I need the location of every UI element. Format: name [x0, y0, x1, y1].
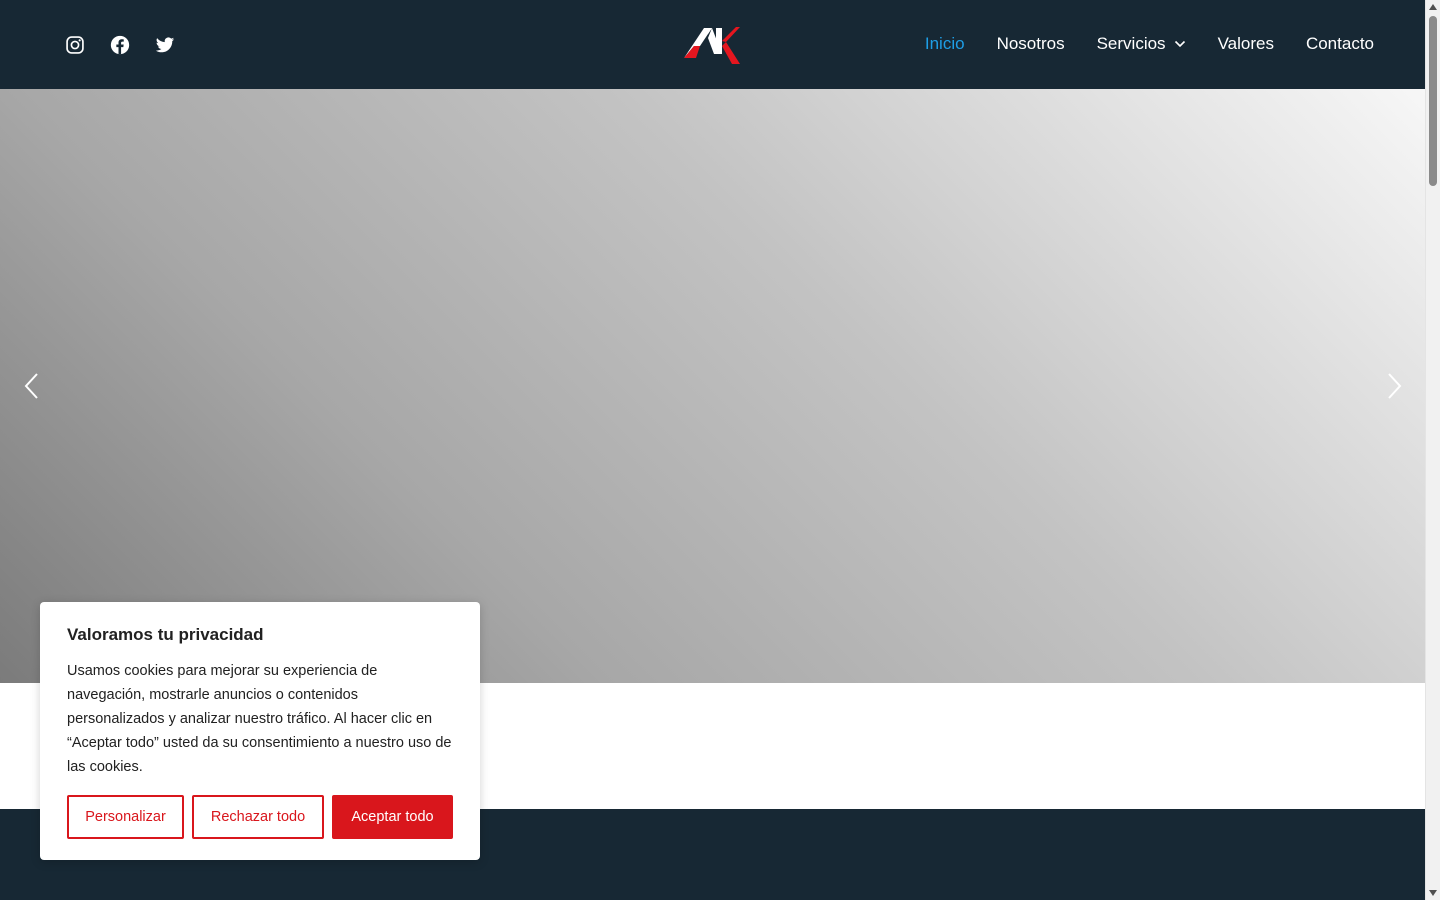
cookie-buttons: Personalizar Rechazar todo Aceptar todo: [67, 795, 453, 839]
hero-slider: [0, 89, 1425, 683]
reject-all-button[interactable]: Rechazar todo: [192, 795, 324, 839]
nav-label: Servicios: [1096, 34, 1166, 53]
nav-item-servicios[interactable]: Servicios: [1097, 34, 1186, 54]
instagram-icon: [66, 36, 84, 54]
accept-all-button[interactable]: Aceptar todo: [332, 795, 453, 839]
facebook-icon: [110, 35, 130, 55]
chevron-left-icon: [24, 373, 38, 399]
chevron-down-icon: [1174, 40, 1185, 48]
chevron-right-icon: [1388, 373, 1402, 399]
slider-prev-button[interactable]: [20, 371, 44, 401]
site-header: Inicio Nosotros Servicios Valores Contac…: [0, 0, 1425, 89]
scroll-thumb[interactable]: [1429, 16, 1437, 186]
site-logo[interactable]: [682, 24, 742, 68]
cookie-title: Valoramos tu privacidad: [67, 625, 264, 644]
cookie-text: Usamos cookies para mejorar su experienc…: [67, 663, 452, 775]
customize-button[interactable]: Personalizar: [67, 795, 184, 839]
nav-item-nosotros[interactable]: Nosotros: [997, 34, 1065, 54]
nav-label: Inicio: [924, 34, 965, 53]
ak-logo: [684, 27, 740, 64]
page: Inicio Nosotros Servicios Valores Contac…: [0, 0, 1425, 900]
nav-item-valores[interactable]: Valores: [1218, 34, 1274, 54]
scroll-up-arrow-icon[interactable]: [1429, 4, 1437, 10]
nav-label: Valores: [1217, 34, 1274, 53]
cookie-banner: Valoramos tu privacidad Usamos cookies p…: [40, 602, 480, 860]
page-scrollbar[interactable]: [1425, 0, 1440, 900]
instagram-link[interactable]: [65, 34, 85, 56]
slider-next-button[interactable]: [1382, 371, 1406, 401]
scroll-down-arrow-icon[interactable]: [1429, 890, 1437, 896]
twitter-icon: [155, 37, 175, 53]
social-links: [65, 34, 200, 56]
main-nav: Inicio Nosotros Servicios Valores Contac…: [893, 34, 1374, 54]
nav-item-inicio[interactable]: Inicio: [925, 34, 965, 54]
nav-label: Nosotros: [996, 34, 1065, 53]
facebook-link[interactable]: [110, 34, 130, 56]
nav-label: Contacto: [1305, 34, 1374, 53]
twitter-link[interactable]: [155, 34, 175, 56]
nav-item-contacto[interactable]: Contacto: [1306, 34, 1374, 54]
